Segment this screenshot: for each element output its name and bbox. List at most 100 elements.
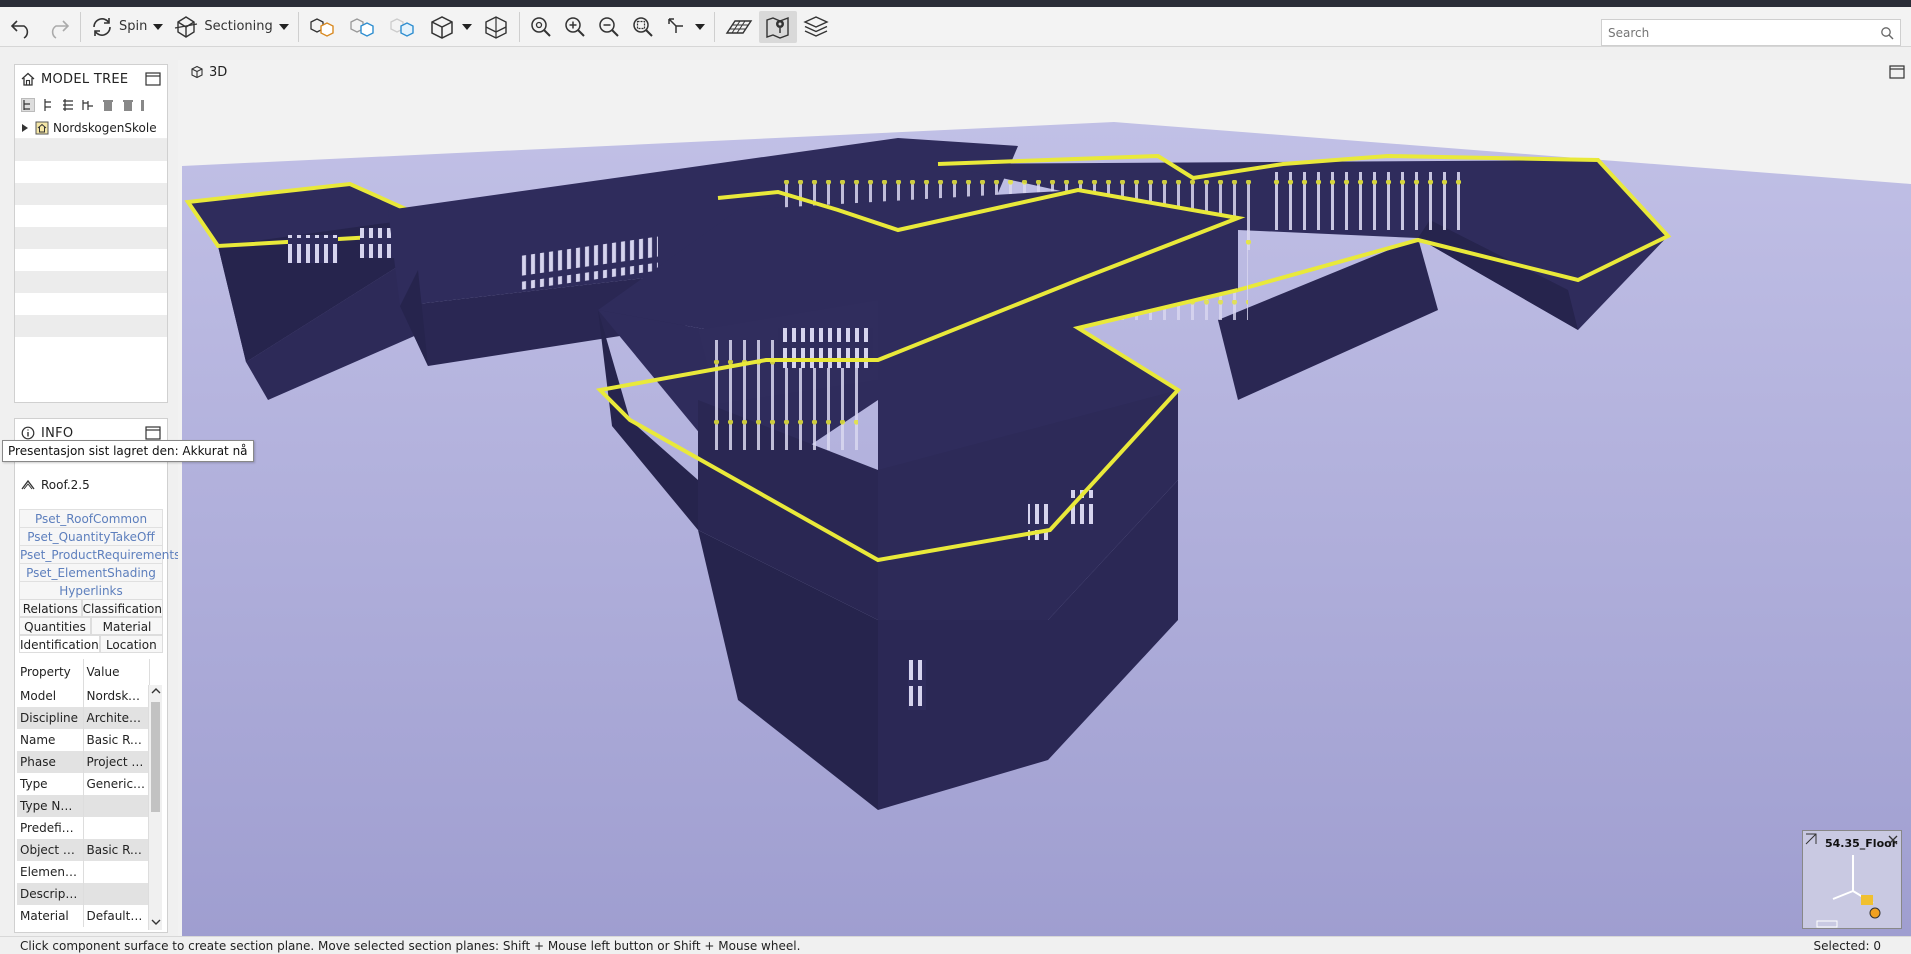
property-value: Architect... <box>83 707 150 729</box>
table-row[interactable]: Phase Project St... <box>17 751 150 773</box>
trash-icon[interactable] <box>121 98 135 112</box>
3d-viewport[interactable]: 3D <box>178 60 1911 936</box>
sectioning-dropdown[interactable]: Sectioning <box>168 11 293 43</box>
model-tree-title: MODEL TREE <box>41 71 129 87</box>
section-box-button[interactable] <box>477 11 515 43</box>
scroll-up-icon[interactable] <box>149 685 163 697</box>
zoom-window-icon <box>633 16 653 37</box>
maximize-panel-icon[interactable] <box>145 426 161 440</box>
table-row[interactable]: Model Nordskog... <box>17 685 150 707</box>
floor-minimap[interactable]: 54.35_Floor <box>1802 830 1902 929</box>
spin-icon <box>93 17 111 36</box>
zoom-in-button[interactable] <box>558 11 592 43</box>
table-row[interactable]: Description <box>17 883 150 905</box>
pset-quantity-tab[interactable]: Pset_QuantityTakeOff <box>19 527 163 545</box>
cubes-ghost-icon <box>390 17 414 37</box>
tree-empty-row <box>15 139 167 161</box>
tree-empty-row <box>15 271 167 293</box>
pset-element-shading-tab[interactable]: Pset_ElementShading <box>19 563 163 581</box>
undo-button[interactable] <box>4 11 40 43</box>
table-row[interactable]: Type Name <box>17 795 150 817</box>
view-cube-dropdown[interactable] <box>423 11 477 43</box>
redo-icon <box>51 19 70 39</box>
building-model-render[interactable] <box>178 60 1911 936</box>
map-pin-icon <box>766 16 789 39</box>
levels-icon[interactable] <box>61 98 75 112</box>
cube-icon <box>431 15 453 39</box>
tree-view-icon[interactable] <box>21 98 35 112</box>
table-row[interactable]: Object TypeBasic Roo... <box>17 839 150 861</box>
tab-relations[interactable]: Relations <box>19 599 82 617</box>
redo-button[interactable] <box>40 11 76 43</box>
tab-location[interactable]: Location <box>99 635 163 653</box>
tab-identification[interactable]: Identification <box>19 635 100 653</box>
isolate-button[interactable] <box>343 11 383 43</box>
property-value: Project St... <box>83 751 150 773</box>
pset-list: Pset_RoofCommon Pset_QuantityTakeOff Pse… <box>15 509 180 599</box>
pan-icon <box>668 17 683 33</box>
table-row[interactable]: Predefine... <box>17 817 150 839</box>
selected-object-name: Roof.2.5 <box>41 478 90 492</box>
pset-product-requirements-tab[interactable]: Pset_ProductRequirements <box>19 545 180 563</box>
tab-material[interactable]: Material <box>91 617 163 635</box>
column-header-property[interactable]: Property <box>17 659 84 685</box>
tab-classification[interactable]: Classification <box>81 599 163 617</box>
model-tree-panel: MODEL TREE NordskogenSkole <box>14 64 168 403</box>
more-tools-icon[interactable] <box>141 98 145 112</box>
map-button[interactable] <box>758 10 797 43</box>
property-name: Model <box>17 685 84 707</box>
expand-corner-icon[interactable] <box>1805 833 1817 845</box>
info-tab-row: Identification Location <box>19 635 163 653</box>
maximize-view-icon[interactable] <box>1889 65 1905 79</box>
walk-plane-button[interactable] <box>719 11 759 43</box>
show-all-button[interactable] <box>303 11 343 43</box>
chevron-down-icon <box>694 23 705 30</box>
info-panel: INFO Roof.2.5 Pset_RoofCommon Pset_Quant… <box>14 418 180 933</box>
table-row[interactable]: TypeGeneric R... <box>17 773 150 795</box>
table-row[interactable]: Material Default R... <box>17 905 150 927</box>
zoom-out-button[interactable] <box>592 11 626 43</box>
scroll-down-icon[interactable] <box>149 916 163 928</box>
pan-dropdown[interactable] <box>660 11 710 43</box>
hierarchy-icon[interactable] <box>41 98 55 112</box>
close-icon[interactable] <box>1887 834 1899 846</box>
trash-icon[interactable] <box>101 98 115 112</box>
home-icon <box>21 72 35 86</box>
table-header-row: Property Value <box>17 659 150 685</box>
property-value <box>83 861 150 883</box>
property-name: Phase <box>17 751 84 773</box>
zoom-in-icon <box>565 16 585 37</box>
expand-arrow-icon[interactable] <box>21 123 29 132</box>
chevron-down-icon <box>461 23 472 30</box>
sectioning-label: Sectioning <box>204 19 273 34</box>
selection-count: Selected: 0 <box>1813 938 1881 953</box>
properties-scrollbar[interactable] <box>148 685 162 930</box>
property-name: Name <box>17 729 84 751</box>
column-header-value[interactable]: Value <box>83 659 150 685</box>
pset-roof-common-tab[interactable]: Pset_RoofCommon <box>19 509 163 527</box>
roof-icon <box>21 479 35 490</box>
info-icon <box>21 426 35 440</box>
ghost-button[interactable] <box>383 11 423 43</box>
search-input[interactable] <box>1608 25 1880 40</box>
classes-icon[interactable] <box>81 98 95 112</box>
zoom-fit-button[interactable] <box>524 11 558 43</box>
tree-empty-row <box>15 161 167 183</box>
table-row[interactable]: Discipline Architect... <box>17 707 150 729</box>
view-header: 3D <box>178 60 1911 84</box>
spin-dropdown[interactable]: Spin <box>85 11 168 43</box>
zoom-window-button[interactable] <box>626 11 660 43</box>
tab-quantities[interactable]: Quantities <box>19 617 91 635</box>
table-row[interactable]: Element T... <box>17 861 150 883</box>
property-name: Predefine... <box>17 817 84 839</box>
window-group <box>288 235 338 263</box>
property-name: Object Type <box>17 839 84 861</box>
table-row[interactable]: Name Basic Roo... <box>17 729 150 751</box>
layers-button[interactable] <box>797 11 835 43</box>
hyperlinks-tab[interactable]: Hyperlinks <box>19 581 163 599</box>
search-box[interactable] <box>1601 19 1901 46</box>
model-tree-tools <box>15 93 167 117</box>
scrollbar-thumb[interactable] <box>151 702 160 812</box>
tree-item-root[interactable]: NordskogenSkole <box>15 117 167 139</box>
maximize-panel-icon[interactable] <box>145 72 161 86</box>
